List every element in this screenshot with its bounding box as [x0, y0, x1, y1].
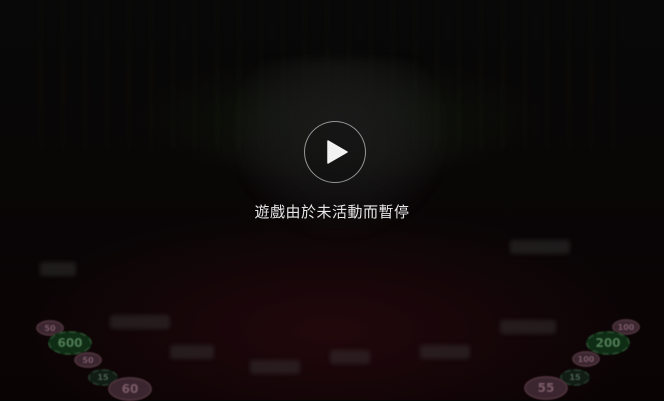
play-icon [327, 140, 348, 164]
resume-play-button[interactable] [304, 121, 366, 183]
inactivity-overlay: 遊戲由於未活動而暫停 [0, 0, 664, 400]
inactivity-message: 遊戲由於未活動而暫停 [254, 203, 410, 221]
